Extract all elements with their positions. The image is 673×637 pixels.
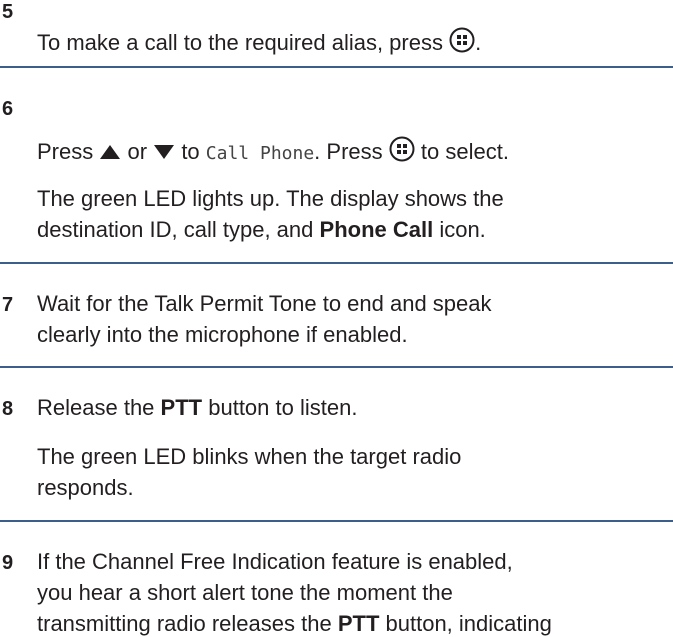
step-8-result-line-1: The green LED blinks when the target rad…: [37, 444, 462, 469]
call-phone-menu-text: Call Phone: [205, 143, 315, 164]
step-number-8: 8: [2, 398, 14, 420]
step-9-line-1: If the Channel Free Indication feature i…: [37, 549, 513, 574]
step-separator: [0, 66, 673, 68]
step-number-9: 9: [2, 552, 14, 574]
step-separator: [0, 366, 673, 368]
step-5-text: To make a call to the required alias, pr…: [37, 27, 481, 59]
menu-ok-icon: [449, 27, 475, 59]
step-separator: [0, 520, 673, 522]
step-7-line-1: Wait for the Talk Permit Tone to end and…: [37, 291, 492, 316]
phone-call-label: Phone Call: [319, 217, 434, 242]
step-6-text: Press or to Call Phone. Press to select.: [37, 136, 509, 168]
step-6-result-line-1: The green LED lights up. The display sho…: [37, 186, 504, 211]
step-separator: [0, 262, 673, 264]
ptt-label: PTT: [160, 395, 203, 420]
step-9-line-2: you hear a short alert tone the moment t…: [37, 580, 453, 605]
menu-ok-icon: [389, 136, 415, 168]
step-6-result-line-2: destination ID, call type, and Phone Cal…: [37, 217, 486, 242]
step-8-result-line-2: responds.: [37, 475, 134, 500]
up-arrow-icon: [99, 140, 121, 166]
step-number-7: 7: [2, 294, 14, 316]
step-9-line-3: transmitting radio releases the PTT butt…: [37, 611, 552, 636]
down-arrow-icon: [153, 140, 175, 166]
step-5-instruction: To make a call to the required alias, pr…: [37, 30, 443, 55]
step-number-6: 6: [2, 98, 14, 120]
ptt-label: PTT: [337, 611, 380, 636]
step-7-line-2: clearly into the microphone if enabled.: [37, 322, 408, 347]
step-number-5: 5: [2, 1, 14, 23]
step-8-line-1: Release the PTT button to listen.: [37, 395, 358, 420]
